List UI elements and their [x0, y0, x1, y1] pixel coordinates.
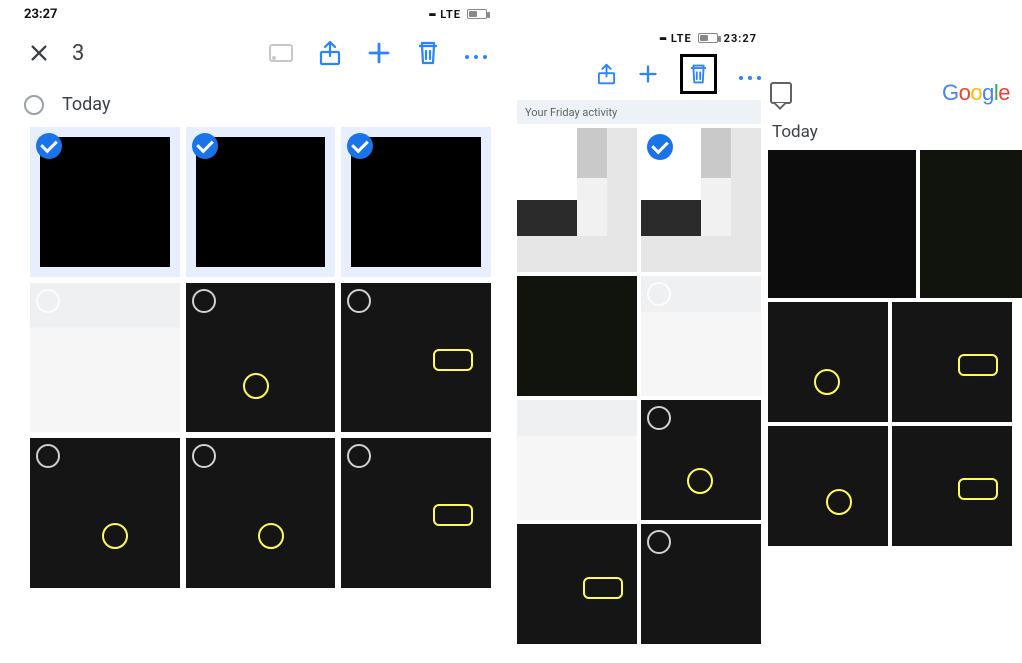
selection-toolbar [515, 52, 763, 96]
status-network: LTE [440, 8, 461, 21]
photo-thumb[interactable] [641, 524, 761, 644]
section-label: Today [766, 112, 1014, 150]
photo-thumb[interactable] [768, 150, 916, 298]
selection-count: 3 [72, 41, 84, 66]
photo-thumb[interactable] [768, 302, 888, 422]
check-icon [192, 133, 218, 159]
share-icon[interactable] [597, 63, 616, 85]
section-label: Today [62, 94, 110, 115]
section-header[interactable]: Today [18, 76, 493, 125]
photo-thumb[interactable] [892, 426, 1012, 546]
google-logo: Google [942, 80, 1010, 106]
select-ring-icon [647, 406, 671, 430]
select-ring-icon [647, 282, 671, 306]
close-icon[interactable] [28, 42, 50, 64]
cast-icon[interactable] [269, 44, 293, 62]
photo-thumb[interactable] [186, 438, 336, 588]
check-icon [36, 133, 62, 159]
photo-grid [18, 125, 493, 590]
photo-thumb[interactable] [517, 128, 637, 272]
memory-strip-label: Your Friday activity [525, 106, 617, 119]
photo-grid [515, 128, 763, 644]
photo-thumb[interactable] [30, 127, 180, 277]
select-ring-icon [347, 444, 371, 468]
phone-screen-1: 23:27 ▪▪▪ LTE 3 [18, 0, 493, 590]
photo-thumb[interactable] [186, 127, 336, 277]
photo-thumb[interactable] [641, 128, 761, 272]
share-icon[interactable] [319, 40, 341, 66]
status-time: 23:27 [724, 32, 757, 45]
photo-grid [766, 150, 1014, 298]
check-icon [647, 134, 673, 160]
selection-toolbar: 3 [18, 28, 493, 76]
status-time: 23:27 [24, 7, 58, 22]
topbar: Google [766, 74, 1014, 112]
message-icon[interactable] [770, 82, 792, 104]
select-ring-icon [36, 444, 60, 468]
photo-thumb[interactable] [186, 283, 336, 433]
overflow-icon[interactable] [739, 65, 761, 84]
add-icon[interactable] [367, 41, 391, 65]
trash-icon[interactable] [417, 40, 439, 66]
trash-highlight-box [680, 54, 717, 94]
photo-thumb[interactable] [517, 400, 637, 520]
add-icon[interactable] [638, 64, 658, 84]
status-bar: ▪▪▪ LTE 23:27 [515, 24, 763, 52]
photo-thumb[interactable] [341, 127, 491, 277]
photo-thumb[interactable] [641, 276, 761, 396]
select-ring-icon [192, 444, 216, 468]
status-bar: 23:27 ▪▪▪ LTE [18, 0, 493, 28]
photo-thumb[interactable] [920, 150, 1022, 298]
photo-thumb[interactable] [341, 283, 491, 433]
overflow-icon[interactable] [465, 44, 487, 63]
status-network: LTE [671, 32, 692, 45]
phone-screen-2: ▪▪▪ LTE 23:27 [515, 24, 763, 644]
check-icon [347, 133, 373, 159]
select-all-ring[interactable] [24, 95, 44, 115]
photo-grid [766, 302, 1014, 546]
photo-thumb[interactable] [768, 426, 888, 546]
select-ring-icon [347, 289, 371, 313]
trash-icon[interactable] [689, 63, 708, 85]
select-ring-icon [647, 530, 671, 554]
memory-strip[interactable]: Your Friday activity [517, 100, 761, 124]
photo-thumb[interactable] [892, 302, 1012, 422]
select-ring-icon [36, 289, 60, 313]
photo-thumb[interactable] [341, 438, 491, 588]
battery-icon [467, 9, 487, 19]
photo-thumb[interactable] [517, 524, 637, 644]
battery-icon [698, 33, 718, 43]
phone-screen-3: Google Today [766, 74, 1014, 546]
photo-thumb[interactable] [30, 283, 180, 433]
photo-thumb[interactable] [30, 438, 180, 588]
photo-thumb[interactable] [641, 400, 761, 520]
photo-thumb[interactable] [517, 276, 637, 396]
select-ring-icon [192, 289, 216, 313]
